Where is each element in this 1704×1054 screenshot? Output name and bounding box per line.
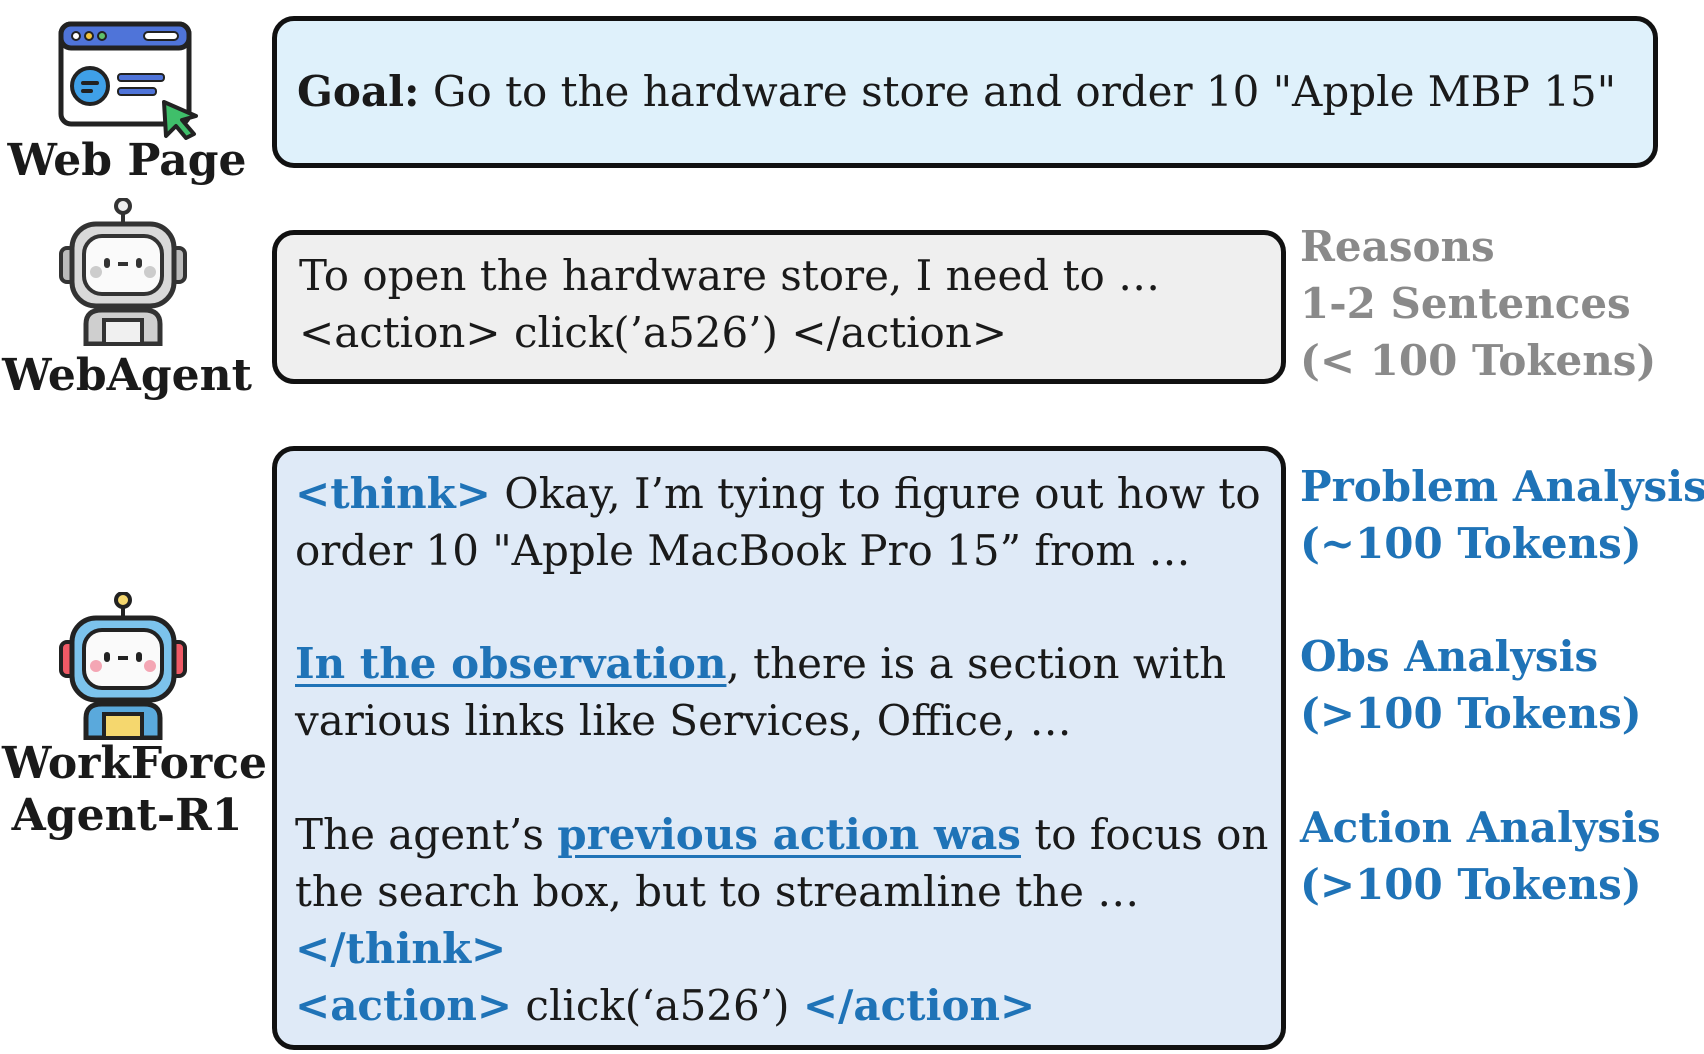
r1-p3-line2: the search box, but to streamline the … (295, 867, 1140, 916)
goal-text: Goal: Go to the hardware store and order… (297, 63, 1616, 120)
action-analysis-title: Action Analysis (1300, 803, 1661, 852)
action-analysis-note: Action Analysis (>100 Tokens) (1300, 799, 1661, 913)
r1-robot-icon (58, 591, 188, 741)
r1-agent-label-line2: Agent-R1 (11, 789, 243, 841)
previous-action-highlight: previous action was (557, 810, 1021, 859)
r1-p1-line2: order 10 "Apple MacBook Pro 15” from … (295, 526, 1191, 575)
r1-p3-line1-rest: to focus on (1020, 810, 1269, 859)
webagent-notes: Reasons 1-2 Sentences (< 100 Tokens) (1300, 218, 1656, 389)
webagent-label: WebAgent (2, 350, 252, 401)
webagent-robot-icon (58, 197, 188, 347)
r1-p2-line1-rest: , there is a section with (726, 639, 1227, 688)
problem-analysis-note: Problem Analysis (~100 Tokens) (1300, 458, 1704, 572)
goal-body: Go to the hardware store and order 10 "A… (419, 67, 1617, 116)
r1-p1-line1-text: Okay, I’m tying to figure out how to (490, 469, 1261, 518)
think-close-tag: </think> (295, 924, 507, 973)
r1-action-line: <action> click(‘a526’) </action> (295, 977, 1035, 1034)
webagent-note-reasons: Reasons (1300, 222, 1495, 271)
webagent-output-line2: <action> click(’a526’) </action> (299, 308, 1008, 357)
obs-analysis-tokens: (>100 Tokens) (1300, 689, 1642, 738)
r1-p3-pre: The agent’s (295, 810, 558, 859)
webagent-output-box: To open the hardware store, I need to … … (272, 230, 1286, 384)
r1-p3-line1: The agent’s previous action was to focus… (295, 806, 1268, 863)
action-open-tag: <action> (295, 981, 513, 1030)
webagent-output-line1: To open the hardware store, I need to … (299, 251, 1161, 300)
goal-box: Goal: Go to the hardware store and order… (272, 16, 1658, 168)
r1-output-box: <think> Okay, I’m tying to figure out ho… (272, 446, 1286, 1050)
web-page-icon (56, 20, 206, 140)
r1-agent-label: WorkForce Agent-R1 (2, 738, 267, 842)
obs-analysis-title: Obs Analysis (1300, 632, 1599, 681)
problem-analysis-title: Problem Analysis (1300, 462, 1704, 511)
webagent-note-sentences: 1-2 Sentences (1300, 279, 1631, 328)
r1-agent-label-line1: WorkForce (2, 738, 267, 789)
action-close-tag: </action> (802, 981, 1036, 1030)
webagent-note-tokens: (< 100 Tokens) (1300, 336, 1657, 385)
problem-analysis-tokens: (~100 Tokens) (1300, 519, 1642, 568)
goal-prefix: Goal: (297, 67, 420, 116)
r1-p1-line1: <think> Okay, I’m tying to figure out ho… (295, 465, 1261, 522)
r1-p2-line2: various links like Services, Office, … (295, 696, 1072, 745)
r1-p2-line1: In the observation, there is a section w… (295, 635, 1226, 692)
action-analysis-tokens: (>100 Tokens) (1300, 860, 1642, 909)
observation-highlight: In the observation (295, 639, 727, 688)
obs-analysis-note: Obs Analysis (>100 Tokens) (1300, 628, 1642, 742)
action-body: click(‘a526’) (512, 981, 803, 1030)
web-page-label: Web Page (7, 135, 247, 186)
think-open-tag: <think> (295, 469, 491, 518)
